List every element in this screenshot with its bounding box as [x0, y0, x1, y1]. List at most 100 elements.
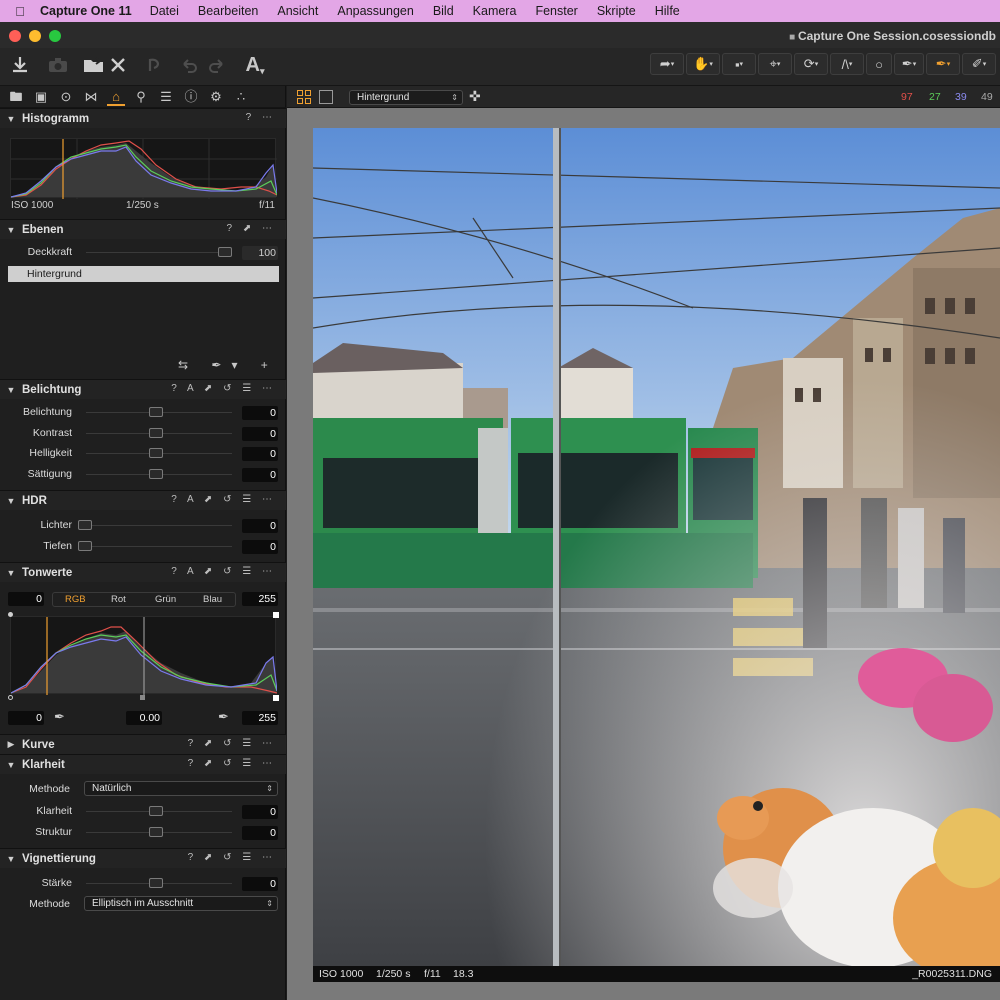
channel-rgb[interactable]: RGB — [65, 594, 86, 605]
levels-input-high-handle[interactable] — [273, 695, 279, 701]
metadata-tab-icon[interactable]: ☰ — [157, 88, 175, 106]
opacity-slider[interactable] — [86, 247, 232, 257]
reset-icon[interactable] — [144, 52, 166, 78]
layer-row-background[interactable]: Hintergrund — [8, 266, 279, 282]
exposure-slider[interactable] — [86, 407, 232, 417]
exposure-knob[interactable] — [149, 407, 163, 417]
clarity-slider[interactable] — [86, 806, 232, 816]
crop-icon[interactable]: ⌖ ▾ — [758, 53, 792, 75]
hdr-slider[interactable] — [78, 541, 232, 551]
rotate-icon[interactable]: ⟳ ▾ — [794, 53, 828, 75]
exposure-value[interactable]: 0 — [242, 426, 278, 441]
variant-select[interactable]: Hintergrund ⇕ — [349, 90, 463, 105]
histogram-tool-icons[interactable]: ? ⋯ — [246, 112, 276, 123]
wb-picker-icon[interactable]: ✒ ▾ — [926, 53, 960, 75]
clarity-value[interactable]: 0 — [242, 826, 278, 840]
histogram-header[interactable]: ▼ Histogramm ? ⋯ — [0, 108, 286, 128]
add-layer-icon[interactable]: ✜ — [469, 88, 481, 105]
levels-midpoint[interactable]: 0.00 — [126, 711, 162, 725]
menu-kamera[interactable]: Kamera — [473, 4, 517, 18]
exposure-tab-icon[interactable]: ⌂ — [107, 88, 125, 106]
exposure-tool-icons[interactable]: ? A ⬈ ↺ ☰ ⋯ — [171, 383, 276, 394]
clarity-knob[interactable] — [149, 806, 163, 816]
color-picker-icon[interactable]: ✒ ▾ — [894, 53, 924, 75]
levels-output-low-handle[interactable] — [8, 612, 13, 617]
close-window-button[interactable] — [9, 30, 21, 42]
hdr-header[interactable]: ▼ HDR ? A ⬈ ↺ ☰ ⋯ — [0, 490, 286, 510]
levels-header[interactable]: ▼ Tonwerte ? A ⬈ ↺ ☰ ⋯ — [0, 562, 286, 582]
menu-bearbeiten[interactable]: Bearbeiten — [198, 4, 258, 18]
eyedropper-black-icon[interactable]: ✒ — [54, 709, 65, 725]
layers-tool-icons[interactable]: ? ⬈ ⋯ — [227, 223, 277, 234]
exposure-value[interactable]: 0 — [242, 467, 278, 482]
clarity-knob[interactable] — [149, 827, 163, 837]
exposure-value[interactable]: 0 — [242, 447, 278, 461]
zoom-window-button[interactable] — [49, 30, 61, 42]
hdr-knob[interactable] — [78, 541, 92, 551]
curve-tool-icons[interactable]: ? ⬈ ↺ ☰ ⋯ — [188, 738, 276, 749]
menu-fenster[interactable]: Fenster — [535, 4, 577, 18]
exposure-slider[interactable] — [86, 448, 232, 458]
select-cursor-icon[interactable]: ➦ ▾ — [650, 53, 684, 75]
vignette-strength-value[interactable]: 0 — [242, 877, 278, 891]
spot-removal-icon[interactable]: ○ — [866, 53, 892, 75]
import-icon[interactable] — [8, 52, 32, 78]
library-tab-icon[interactable]: 🖿 — [7, 88, 25, 106]
move-to-folder-icon[interactable] — [82, 52, 106, 78]
zoom-loupe-icon[interactable]: ▪ ▾ — [722, 53, 756, 75]
menu-bild[interactable]: Bild — [433, 4, 454, 18]
settings-tab-icon[interactable]: ⚙ — [207, 88, 225, 106]
undo-icon[interactable] — [180, 52, 200, 78]
opacity-knob[interactable] — [218, 247, 232, 257]
hdr-tool-icons[interactable]: ? A ⬈ ↺ ☰ ⋯ — [171, 494, 276, 505]
vignette-method-select[interactable]: Elliptisch im Ausschnitt ⇕ — [84, 896, 278, 911]
menu-hilfe[interactable]: Hilfe — [655, 4, 680, 18]
exposure-value[interactable]: 0 — [242, 406, 278, 420]
vignette-header[interactable]: ▼ Vignettierung ? ⬈ ↺ ☰ ⋯ — [0, 848, 286, 868]
vignette-tool-icons[interactable]: ? ⬈ ↺ ☰ ⋯ — [188, 852, 276, 863]
clarity-slider[interactable] — [86, 827, 232, 837]
vignette-strength-slider[interactable] — [86, 878, 232, 888]
main-photo[interactable] — [313, 128, 1000, 966]
multi-view-icon[interactable] — [297, 90, 311, 104]
clarity-value[interactable]: 0 — [242, 805, 278, 819]
levels-input-high[interactable]: 255 — [242, 592, 278, 606]
single-view-icon[interactable] — [319, 90, 333, 104]
channel-green[interactable]: Grün — [155, 594, 176, 605]
curve-header[interactable]: ▶ Kurve ? ⬈ ↺ ☰ ⋯ — [0, 734, 286, 754]
levels-mid-handle[interactable] — [140, 695, 145, 700]
menu-app-name[interactable]: Capture One 11 — [40, 4, 132, 18]
color-tab-icon[interactable]: ⋈ — [82, 88, 100, 106]
clarity-tool-icons[interactable]: ? ⬈ ↺ ☰ ⋯ — [188, 758, 276, 769]
exposure-header[interactable]: ▼ Belichtung ? A ⬈ ↺ ☰ ⋯ — [0, 379, 286, 399]
channel-blue[interactable]: Blau — [203, 594, 222, 605]
minimize-window-button[interactable] — [29, 30, 41, 42]
menu-anpassungen[interactable]: Anpassungen — [337, 4, 413, 18]
levels-input-low[interactable]: 0 — [8, 592, 44, 606]
hdr-value[interactable]: 0 — [242, 519, 278, 533]
details-tab-icon[interactable]: ⚲ — [132, 88, 150, 106]
levels-output-low[interactable]: 0 — [8, 711, 44, 725]
delete-icon[interactable] — [108, 52, 128, 78]
eyedropper-white-icon[interactable]: ✒ — [218, 709, 229, 725]
exposure-knob[interactable] — [149, 427, 163, 438]
draw-mask-icon[interactable]: ✐ ▾ — [962, 53, 996, 75]
levels-channel-selector[interactable]: RGB Rot Grün Blau — [52, 592, 236, 607]
camera-capture-icon[interactable] — [46, 52, 70, 78]
lens-tab-icon[interactable]: ⊙ — [57, 88, 75, 106]
hdr-slider[interactable] — [78, 520, 232, 530]
clarity-method-select[interactable]: Natürlich ⇕ — [84, 781, 278, 796]
exposure-slider[interactable] — [86, 468, 232, 479]
channel-red[interactable]: Rot — [111, 594, 126, 605]
info-tab-icon[interactable]: ⓘ — [182, 88, 200, 106]
auto-adjust-icon[interactable]: A ▾ — [242, 52, 268, 78]
capture-tab-icon[interactable]: ▣ — [32, 88, 50, 106]
apple-icon[interactable]:  — [0, 4, 40, 19]
menu-skripte[interactable]: Skripte — [597, 4, 636, 18]
levels-tool-icons[interactable]: ? A ⬈ ↺ ☰ ⋯ — [171, 566, 276, 577]
menu-datei[interactable]: Datei — [150, 4, 179, 18]
levels-output-high-handle[interactable] — [273, 612, 279, 618]
hdr-knob[interactable] — [78, 520, 92, 530]
levels-input-low-handle[interactable] — [8, 695, 13, 700]
exposure-knob[interactable] — [149, 448, 163, 458]
